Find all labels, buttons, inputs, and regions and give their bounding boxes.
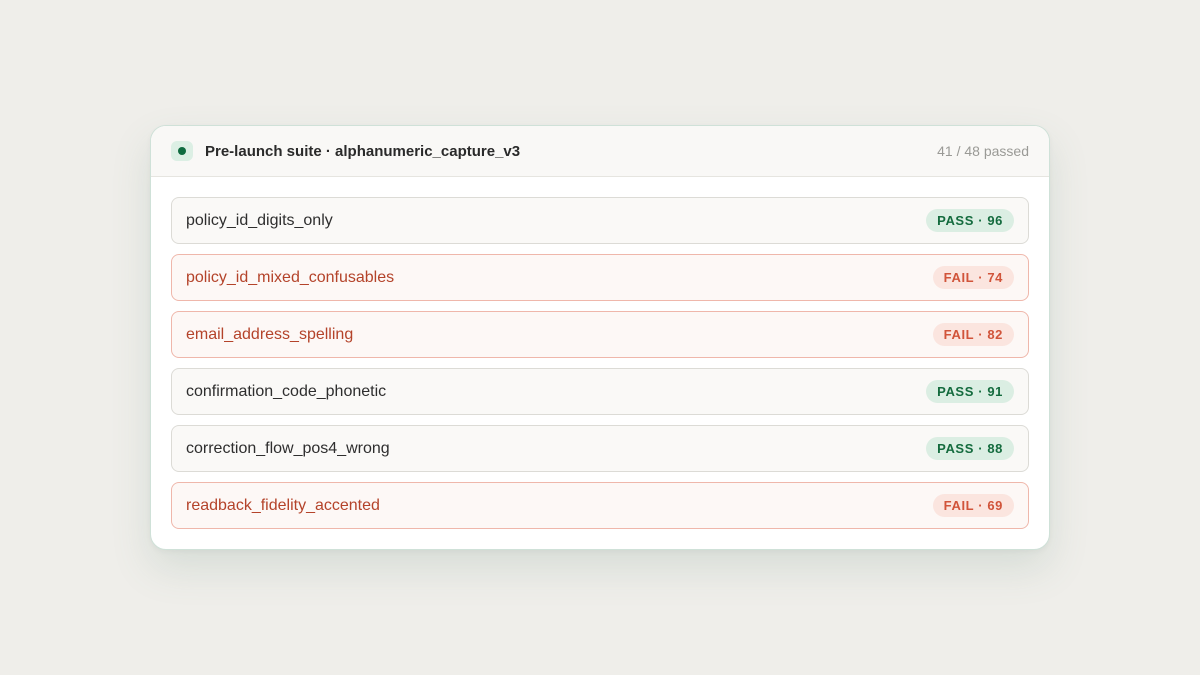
status-dot-icon <box>171 141 193 161</box>
test-row[interactable]: email_address_spelling FAIL · 82 <box>171 311 1029 358</box>
result-badge: PASS · 91 <box>926 380 1014 403</box>
test-row[interactable]: correction_flow_pos4_wrong PASS · 88 <box>171 425 1029 472</box>
result-badge: PASS · 88 <box>926 437 1014 460</box>
pass-summary: 41 / 48 passed <box>937 143 1029 159</box>
test-name: confirmation_code_phonetic <box>186 382 387 400</box>
test-name: correction_flow_pos4_wrong <box>186 439 390 457</box>
test-name: email_address_spelling <box>186 325 354 343</box>
test-row[interactable]: confirmation_code_phonetic PASS · 91 <box>171 368 1029 415</box>
status-dot <box>178 147 186 155</box>
result-badge: FAIL · 82 <box>932 323 1014 346</box>
result-badge: FAIL · 74 <box>932 266 1014 289</box>
suite-header: Pre-launch suite · alphanumeric_capture_… <box>151 126 1049 177</box>
test-suite-card: Pre-launch suite · alphanumeric_capture_… <box>150 125 1050 550</box>
result-badge: FAIL · 69 <box>932 494 1014 517</box>
test-list: policy_id_digits_only PASS · 96 policy_i… <box>151 177 1049 529</box>
result-badge: PASS · 96 <box>926 209 1014 232</box>
test-name: policy_id_mixed_confusables <box>186 268 395 286</box>
test-name: readback_fidelity_accented <box>186 496 380 514</box>
suite-title: Pre-launch suite · alphanumeric_capture_… <box>205 142 521 160</box>
test-row[interactable]: policy_id_digits_only PASS · 96 <box>171 197 1029 244</box>
test-name: policy_id_digits_only <box>186 211 333 229</box>
test-row[interactable]: readback_fidelity_accented FAIL · 69 <box>171 482 1029 529</box>
test-row[interactable]: policy_id_mixed_confusables FAIL · 74 <box>171 254 1029 301</box>
